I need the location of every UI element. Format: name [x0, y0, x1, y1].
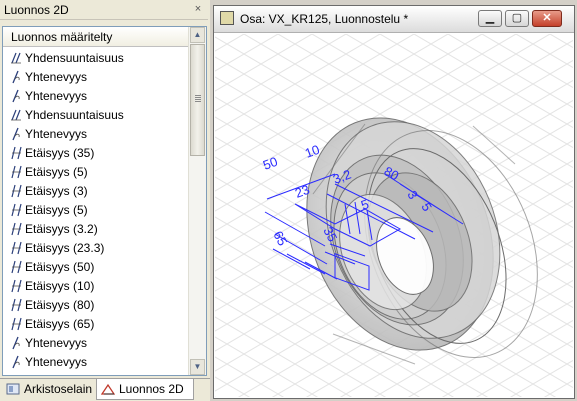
coincident-constraint-icon — [9, 70, 23, 84]
coincident-constraint-icon — [9, 336, 23, 350]
panel-title: Luonnos 2D × — [0, 0, 208, 20]
minimize-button[interactable]: ▁ — [478, 10, 502, 27]
coincident-constraint-icon — [9, 355, 23, 369]
distance-constraint-icon — [9, 203, 23, 217]
distance-constraint-icon — [9, 222, 23, 236]
list-item[interactable]: Yhdensuuntaisuus — [3, 49, 189, 68]
list-item-label: Yhtenevyys — [25, 127, 88, 141]
distance-constraint-icon — [9, 279, 23, 293]
model-view: 50 10 80 3 5 23 65 35 3,2 5 — [215, 34, 573, 397]
parallel-constraint-icon — [9, 108, 23, 122]
list-item[interactable]: Etäisyys (35) — [3, 144, 189, 163]
list-item[interactable]: Etäisyys (80) — [3, 296, 189, 315]
panel-tabs: Arkistoselain Luonnos 2D — [0, 378, 210, 401]
list-item[interactable]: Yhtenevyys — [3, 125, 189, 144]
distance-constraint-icon — [9, 146, 23, 160]
sketch-panel: Luonnos 2D × Luonnos määritelty Yhdensuu… — [0, 0, 210, 401]
list-item[interactable]: Yhtenevyys — [3, 353, 189, 372]
list-item-label: Yhdensuuntaisuus — [25, 108, 124, 122]
list-item-label: Etäisyys (5) — [25, 203, 88, 217]
tab-archive-browser[interactable]: Arkistoselain — [2, 379, 94, 400]
list-item[interactable]: Yhdensuuntaisuus — [3, 106, 189, 125]
list-item[interactable]: Etäisyys (5) — [3, 201, 189, 220]
list-item-label: Etäisyys (35) — [25, 146, 95, 160]
list-item[interactable]: Yhtenevyys — [3, 334, 189, 353]
list-item-label: Etäisyys (65) — [25, 317, 95, 331]
distance-constraint-icon — [9, 241, 23, 255]
distance-constraint-icon — [9, 184, 23, 198]
list-item[interactable]: Etäisyys (3) — [3, 182, 189, 201]
distance-constraint-icon — [9, 317, 23, 331]
list-item[interactable]: Etäisyys (50) — [3, 258, 189, 277]
list-item[interactable]: Etäisyys (23.3) — [3, 239, 189, 258]
part-document-window[interactable]: Osa: VX_KR125, Luonnostelu * ▁ ▢ ✕ 50 10… — [213, 5, 575, 399]
distance-constraint-icon — [9, 165, 23, 179]
list-item-label: Etäisyys (5) — [25, 165, 88, 179]
list-item-label: Yhtenevyys — [25, 70, 88, 84]
list-item[interactable]: Etäisyys (3.2) — [3, 220, 189, 239]
3d-viewport[interactable]: 50 10 80 3 5 23 65 35 3,2 5 — [215, 34, 573, 397]
sketch-2d-icon — [100, 381, 116, 395]
tab-sketch-2d[interactable]: Luonnos 2D — [96, 379, 194, 400]
list-item-label: Etäisyys (50) — [25, 260, 95, 274]
parallel-constraint-icon — [9, 51, 23, 65]
list-item-label: Etäisyys (80) — [25, 298, 95, 312]
list-item-label: Yhdensuuntaisuus — [25, 51, 124, 65]
close-icon[interactable]: × — [192, 3, 204, 15]
scroll-up-icon[interactable]: ▲ — [190, 27, 205, 43]
distance-constraint-icon — [9, 298, 23, 312]
part-document-icon — [220, 11, 234, 25]
list-item-label: Etäisyys (3) — [25, 184, 88, 198]
list-item-label: Etäisyys (10) — [25, 279, 95, 293]
scrollbar-thumb[interactable] — [190, 44, 205, 156]
list-item[interactable]: Etäisyys (5) — [3, 163, 189, 182]
coincident-constraint-icon — [9, 89, 23, 103]
distance-constraint-icon — [9, 260, 23, 274]
list-item-label: Yhtenevyys — [25, 89, 88, 103]
list-item-label: Etäisyys (3.2) — [25, 222, 98, 236]
tab-archive-label: Arkistoselain — [24, 382, 93, 396]
tab-sketch-label: Luonnos 2D — [119, 382, 184, 396]
constraint-list[interactable]: Luonnos määritelty Yhdensuuntaisuus Yhten… — [2, 26, 207, 376]
list-items: Yhdensuuntaisuus Yhtenevyys Yhtenevyys Yhde… — [3, 49, 189, 372]
list-item[interactable]: Yhtenevyys — [3, 87, 189, 106]
list-item-label: Yhtenevyys — [25, 355, 88, 369]
vertical-scrollbar[interactable]: ▲ ▼ — [188, 27, 206, 375]
list-item[interactable]: Etäisyys (10) — [3, 277, 189, 296]
list-item-label: Etäisyys (23.3) — [25, 241, 105, 255]
list-item-label: Yhtenevyys — [25, 336, 88, 350]
maximize-button[interactable]: ▢ — [505, 10, 529, 27]
list-item[interactable]: Etäisyys (65) — [3, 315, 189, 334]
coincident-constraint-icon — [9, 127, 23, 141]
panel-title-text: Luonnos 2D — [4, 3, 69, 17]
close-window-button[interactable]: ✕ — [532, 10, 562, 27]
archive-browser-icon — [6, 381, 20, 395]
list-item[interactable]: Yhtenevyys — [3, 68, 189, 87]
list-header[interactable]: Luonnos määritelty — [3, 27, 189, 47]
window-title: Osa: VX_KR125, Luonnostelu * — [240, 12, 409, 26]
scroll-down-icon[interactable]: ▼ — [190, 359, 205, 375]
window-titlebar[interactable]: Osa: VX_KR125, Luonnostelu * ▁ ▢ ✕ — [214, 6, 574, 33]
